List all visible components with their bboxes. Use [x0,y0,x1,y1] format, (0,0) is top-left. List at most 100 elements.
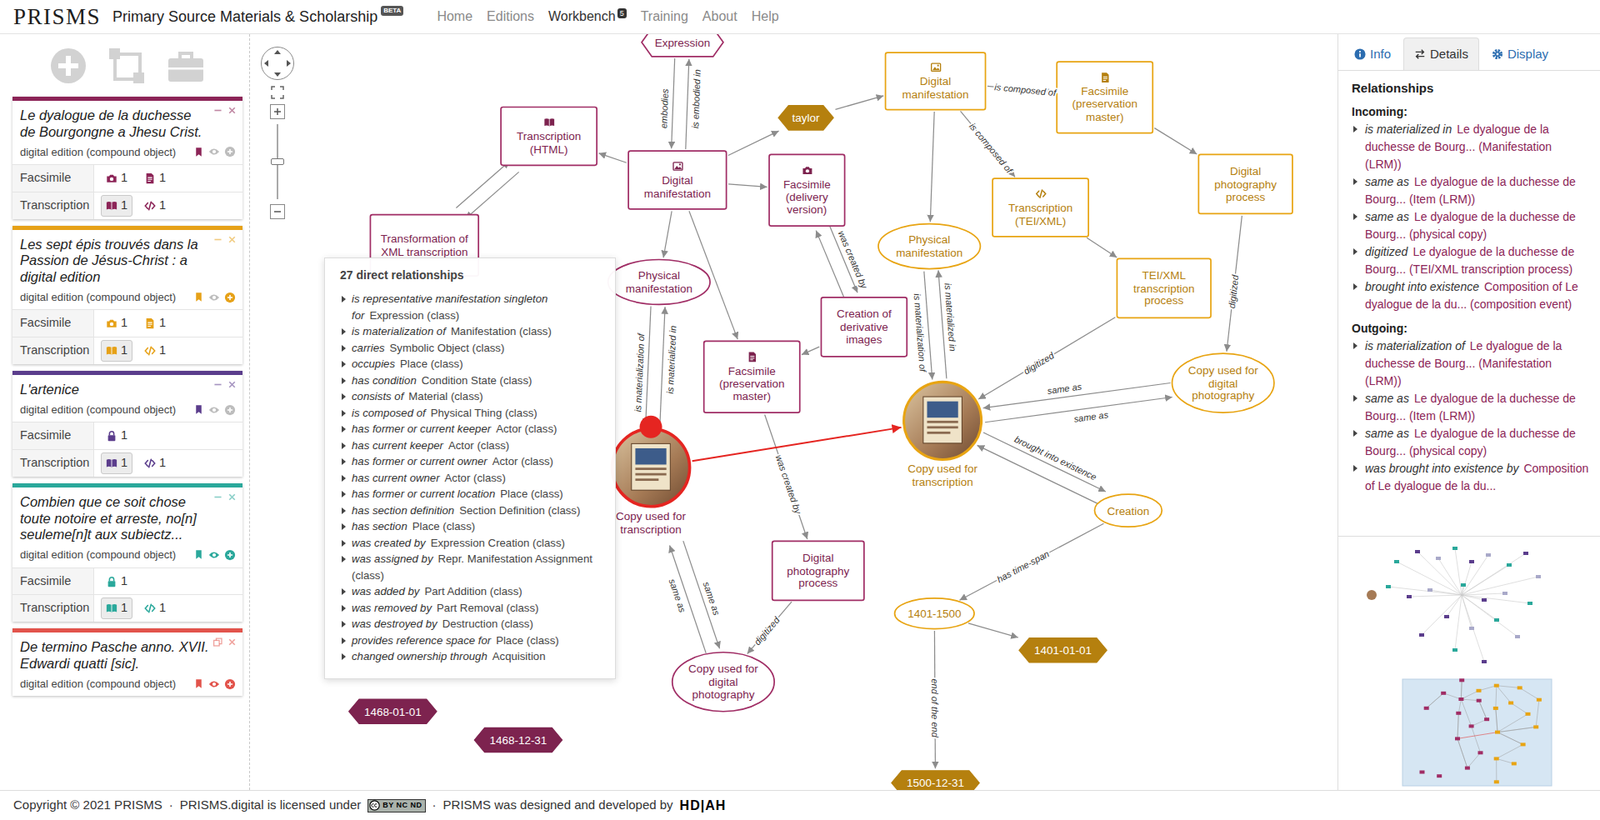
edition-title[interactable]: L'artenice [20,381,236,399]
relationship-option[interactable]: was destroyed byDestruction (class) [340,615,609,633]
minimize-icon[interactable] [212,105,224,116]
add-icon[interactable] [49,46,88,85]
relationship-option[interactable]: is representative manifestation singleto… [340,290,609,324]
edition-title[interactable]: Les sept épis trouvés dans la Passion de… [20,236,236,286]
bookmark-icon[interactable] [193,146,205,158]
resource-item[interactable]: 1 [100,425,133,447]
nav-link[interactable]: Editions [486,6,535,27]
relationship-option[interactable]: changed ownership throughAcquisition [340,648,609,665]
resource-item[interactable]: 1 [100,597,133,620]
panel-tab[interactable]: Details [1403,37,1480,71]
relationship-option[interactable]: carriesSymbolic Object (class) [340,340,609,357]
relationship-option[interactable]: consists ofMaterial (class) [340,388,609,405]
relationship-option[interactable]: has former or current ownerActor (class) [340,453,609,470]
relationship-option[interactable]: has sectionPlace (class) [340,518,609,535]
relationship-item[interactable]: same asLe dyalogue de la duchesse de Bou… [1351,173,1590,209]
minimize-icon[interactable] [212,379,224,390]
bookmark-icon[interactable] [193,549,205,560]
relation-edge[interactable] [1154,128,1197,155]
relation-edge[interactable] [645,305,651,425]
relationship-option[interactable]: was removed byPart Removal (class) [340,600,609,617]
relationship-option[interactable]: is composed ofPhysical Thing (class) [340,405,609,422]
hdah-logo[interactable]: HD|AH [680,795,727,816]
graph-node[interactable]: Creation of derivative images [820,297,907,357]
add-circle-icon[interactable] [224,404,236,416]
minimize-icon[interactable] [212,491,224,503]
resource-item[interactable]: 1 [139,312,171,335]
graph-node[interactable]: Digital photography process [1198,154,1293,214]
relationship-option[interactable]: was assigned byRepr. Manifestation Assig… [340,550,609,584]
relation-edge[interactable] [1086,237,1117,258]
relationship-option[interactable]: was added byPart Addition (class) [340,583,609,600]
add-circle-icon[interactable] [224,549,236,561]
eye-icon[interactable] [208,404,220,416]
nav-link[interactable]: Workbench5 [548,6,627,27]
relation-edge[interactable] [692,427,902,461]
edition-card[interactable]: Le dyalogue de la duchesse de Bourgongne… [12,96,243,220]
graph-node[interactable]: Expression [641,34,724,57]
graph-node[interactable]: 1468-01-01 [349,699,437,724]
relation-edge[interactable] [465,171,520,219]
fit-icon[interactable] [270,85,285,100]
edition-card[interactable]: Combien que ce soit chose toute notoire … [12,483,243,622]
edition-title[interactable]: Le dyalogue de la duchesse de Bourgongne… [20,107,236,141]
eye-icon[interactable] [208,549,220,561]
resource-item[interactable]: 1 [100,340,133,362]
graph-node[interactable]: Digital photography process [772,540,865,600]
relationship-item[interactable]: is materialization ofLe dyalogue de la d… [1351,337,1590,390]
nav-link[interactable]: Help [751,6,780,27]
edition-card[interactable]: Les sept épis trouvés dans la Passion de… [12,225,243,365]
relationship-item[interactable]: was brought into existence byComposition… [1351,460,1590,495]
resource-item[interactable]: 1 [100,570,133,593]
close-icon[interactable] [226,636,238,648]
graph-node[interactable]: Facsimile (preservation master) [1056,61,1153,134]
zoom-slider[interactable] [276,124,279,200]
resource-item[interactable]: 1 [139,452,171,475]
bookmark-icon[interactable] [193,291,205,303]
graph-node[interactable]: Physical manifestation [608,260,710,305]
close-icon[interactable] [226,379,238,390]
relationship-option[interactable]: has current keeperActor (class) [340,437,609,455]
graph-node[interactable]: 1500-12-31 [891,770,980,790]
logo[interactable]: PRISMS [13,5,101,29]
relationship-item[interactable]: same asLe dyalogue de la duchesse de Bou… [1351,390,1590,425]
relationship-option[interactable]: occupiesPlace (class) [340,355,609,373]
relationship-option[interactable]: has current ownerActor (class) [340,470,609,487]
close-icon[interactable] [226,491,238,503]
resource-item[interactable]: 1 [139,597,171,620]
relation-edge[interactable] [455,161,510,209]
relation-edge[interactable] [978,317,1115,400]
relation-edge[interactable] [598,153,626,163]
relationship-option[interactable]: provides reference space forPlace (class… [340,632,609,650]
resource-item[interactable]: 1 [139,340,171,362]
close-icon[interactable] [226,234,238,245]
graph-node[interactable]: Transcription (TEI/XML) [992,178,1089,237]
graph-node[interactable]: Digital manifestation [628,150,727,210]
zoom-out-button[interactable] [270,204,285,220]
panel-tab[interactable]: Info [1343,37,1402,71]
relation-edge[interactable] [1226,215,1242,352]
relationship-item[interactable]: digitizedLe dyalogue de la duchesse de B… [1351,243,1590,279]
relation-edge[interactable] [663,210,672,258]
graph-node[interactable]: Facsimile (delivery version) [769,154,845,226]
edition-title[interactable]: Combien que ce soit chose toute notoire … [20,494,236,544]
zoom-handle[interactable] [270,158,285,165]
relation-edge[interactable] [801,346,820,355]
viewport-frame[interactable] [1402,679,1552,786]
graph-node[interactable]: Physical manifestation [878,224,980,270]
relation-edge[interactable] [968,623,1019,638]
relation-edge[interactable] [685,59,690,150]
graph-node[interactable]: 1401-1500 [895,598,975,630]
relationship-option[interactable]: has former or current locationPlace (cla… [340,485,609,503]
resource-item[interactable]: 1 [100,195,133,217]
close-icon[interactable] [226,105,238,116]
nav-link[interactable]: About [702,6,738,27]
nav-link[interactable]: Home [436,6,473,27]
frame-icon[interactable] [107,46,146,85]
resource-item[interactable]: 1 [100,167,133,190]
pan-icon[interactable] [260,45,295,81]
relation-edge[interactable] [728,184,768,188]
panel-tab[interactable]: Display [1480,37,1560,71]
graph-node[interactable]: Transcription (HTML) [500,107,597,166]
restore-icon[interactable] [212,636,224,648]
